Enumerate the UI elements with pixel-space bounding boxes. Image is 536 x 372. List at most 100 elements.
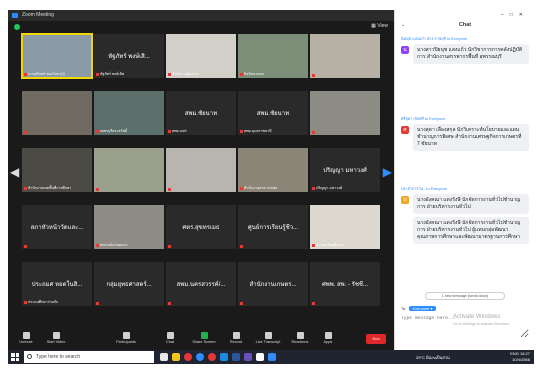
- participant-tile[interactable]: นายสุรินทร์ ทองโยธา(1): [21, 33, 93, 79]
- participant-label-text: สพม.แพร่: [172, 129, 187, 133]
- participant-tile[interactable]: ประถมศ หอดในสิ... ประถมศึกษาร่วมกัน: [22, 262, 92, 306]
- participant-name-display: ประถมศ หอดในสิ...: [31, 282, 83, 288]
- file-explorer-icon[interactable]: [172, 353, 180, 361]
- participant-tile[interactable]: สพม.นครสวรรค์/...: [166, 262, 236, 306]
- participant-name-display: ศตร.สุขทรเมธ: [182, 225, 220, 231]
- participant-label: [96, 301, 100, 305]
- participant-tile[interactable]: สมาคมวิทยุสื่อสาร: [310, 205, 380, 249]
- apps-button[interactable]: Apps: [314, 332, 342, 344]
- share-screen-button[interactable]: Share Screen: [190, 332, 218, 344]
- muted-mic-icon: [240, 244, 243, 248]
- next-page-arrow-icon[interactable]: ▶: [383, 165, 392, 179]
- zoom-taskbar-icon[interactable]: [220, 353, 228, 361]
- start-video-button[interactable]: Start Video: [42, 332, 70, 344]
- participant-tile[interactable]: ปัจจัยนากมภ.: [238, 34, 308, 78]
- muted-mic-icon: [24, 244, 27, 248]
- chrome-icon[interactable]: [184, 353, 192, 361]
- window-title: Zoom Meeting: [22, 12, 54, 18]
- participant-label-text: ปริญญา มหาวงศ์: [316, 186, 343, 190]
- participant-label: [168, 187, 172, 191]
- participant-tile[interactable]: [310, 34, 380, 78]
- chat-sender: ประจำการวัน - to Everyone: [401, 187, 447, 191]
- unmute-button[interactable]: Unmute: [12, 332, 40, 344]
- participant-tile[interactable]: สำนักงานสาธารณสุข: [238, 148, 308, 192]
- view-button[interactable]: ▦ View: [371, 23, 388, 29]
- participant-tile[interactable]: [166, 148, 236, 192]
- participant-tile[interactable]: ปริญญา มหาวงศ์ ปริญญา มหาวงศ์: [310, 148, 380, 192]
- participant-tile[interactable]: ศตร.สุขทรเมธ: [166, 205, 236, 249]
- participant-label: [168, 244, 172, 248]
- participant-label-text: สำนักงานเขตพื้นที่การศึกษา: [28, 186, 72, 190]
- muted-mic-icon: [240, 72, 243, 76]
- participant-name-display: สพม.นครสวรรค์/...: [176, 282, 226, 288]
- apps-label: Apps: [323, 340, 333, 344]
- taskbar-search-box[interactable]: Type here to search: [24, 351, 154, 363]
- participant-tile[interactable]: [94, 148, 164, 192]
- avatar: ป: [401, 196, 409, 204]
- recipient-dropdown[interactable]: Everyone ▾: [409, 306, 436, 311]
- participant-tile[interactable]: ศูนย์การเรียนรู้ชีว...: [238, 205, 308, 249]
- participant-label: [312, 301, 316, 305]
- windows-start-icon[interactable]: [11, 353, 19, 361]
- muted-mic-icon: [24, 130, 27, 134]
- participant-tile[interactable]: กลุ่มยุทธศาสตร์...: [94, 262, 164, 306]
- participant-tile[interactable]: สภาหัวหน้าวัดและ...: [22, 205, 92, 249]
- participant-tile[interactable]: [310, 91, 380, 135]
- chat-message-row: ศ นางสุดา เลื่องสกุล นักวิเคราะห์นโยบายแล…: [401, 124, 529, 151]
- muted-mic-icon: [240, 186, 243, 190]
- window-controls[interactable]: –□✕: [501, 12, 529, 18]
- security-shield-icon[interactable]: [14, 24, 20, 30]
- video-camera-icon: [52, 332, 60, 339]
- new-message-notice[interactable]: 1 new message (scroll down): [425, 292, 505, 300]
- end-meeting-button[interactable]: End: [366, 334, 386, 344]
- chrome-profile-icon[interactable]: [208, 353, 216, 361]
- task-view-icon[interactable]: [160, 353, 168, 361]
- participant-label: ปัจจัยนากมภ.: [240, 71, 265, 77]
- chat-bubble: นางสาวปิยนุช แสงแก้ว นักวิชาการการคลังปฏ…: [413, 44, 529, 64]
- reactions-button[interactable]: Reactions: [286, 332, 314, 344]
- participant-tile[interactable]: สำนักงานเกษตร...: [238, 262, 308, 306]
- recipient-row: To: Everyone ▾: [401, 306, 436, 311]
- participant-label-text: ประถมศึกษาร่วมกัน: [28, 300, 59, 304]
- muted-mic-icon: [96, 301, 99, 305]
- chat-button[interactable]: Chat: [156, 332, 184, 344]
- participant-label: สำนักงานผู้ตรวจ...: [168, 71, 201, 77]
- word-icon[interactable]: [232, 353, 240, 361]
- zoom-meeting-taskbar-icon[interactable]: [268, 353, 276, 361]
- participant-label: ปริญญา มหาวงศ์: [312, 185, 342, 191]
- previous-page-arrow-icon[interactable]: ◀: [10, 165, 19, 179]
- record-button[interactable]: Record: [222, 332, 250, 344]
- participant-tile[interactable]: สำนักงานเขตพื้นที่การศึกษา: [22, 148, 92, 192]
- muted-mic-icon: [168, 129, 171, 133]
- participant-label: สพม.อุบลราชธานี: [240, 128, 272, 134]
- participant-tile[interactable]: สหกรณ์ภาคผนวก: [94, 205, 164, 249]
- gallery-grid: นายสุรินทร์ ทองโยธา(1) หัฐภัทร์ พงษ์เสิ..…: [21, 33, 380, 314]
- chat-message-row: ปนางอังคณา แดงรังษี นักจัดการงานทั่วไปชำ…: [401, 194, 529, 244]
- participants-button[interactable]: Participants: [112, 332, 140, 344]
- recipient-value: Everyone: [412, 306, 430, 311]
- participant-tile[interactable]: [22, 91, 92, 135]
- activate-windows-watermark: Activate Windows Go to Settings to activ…: [453, 314, 510, 328]
- live-transcript-button[interactable]: Live Transcript: [254, 332, 282, 344]
- participant-tile[interactable]: เพชรบุรีสระสวัสดิ์: [94, 91, 164, 135]
- muted-mic-icon: [24, 186, 27, 190]
- participant-label-text: สพม.อุบลราชธานี: [244, 129, 272, 133]
- apps-icon: [324, 332, 332, 339]
- participant-tile[interactable]: หัฐภัทร์ พงษ์เสิ... หัฐภัทร์ พงษ์เลิศ: [94, 34, 164, 78]
- system-tray[interactable]: ENG 16:27 10/4/2566: [510, 351, 530, 363]
- store-icon[interactable]: [256, 353, 264, 361]
- participant-tile[interactable]: ศพพ. สพ. - รัชชี...: [310, 262, 380, 306]
- participant-label: สำนักงานเขตพื้นที่การศึกษา: [24, 185, 71, 191]
- app-icon[interactable]: [244, 353, 252, 361]
- participant-tile[interactable]: สพม.ชัยนาท สพม.แพร่: [166, 91, 236, 135]
- participant-tile[interactable]: สำนักงานผู้ตรวจ...: [166, 34, 236, 78]
- participant-label: เพชรบุรีสระสวัสดิ์: [96, 128, 127, 134]
- start-video-label: Start Video: [46, 340, 66, 344]
- participant-tile[interactable]: สพม.ชัยนาท สพม.อุบลราชธานี: [238, 91, 308, 135]
- participant-name-display: หัฐภัทร์ พงษ์เสิ...: [108, 54, 150, 60]
- edge-icon[interactable]: [196, 353, 204, 361]
- weather-widget[interactable]: 29°C มีเมฆเป็นส่วน: [416, 354, 450, 361]
- participant-label-text: สำนักงานสาธารณสุข: [244, 186, 278, 190]
- chat-title: Chat: [458, 22, 472, 28]
- screen: Zoom Meeting ▦ View ◀ ▶ นายสุรินทร์ ทองโ…: [0, 0, 536, 372]
